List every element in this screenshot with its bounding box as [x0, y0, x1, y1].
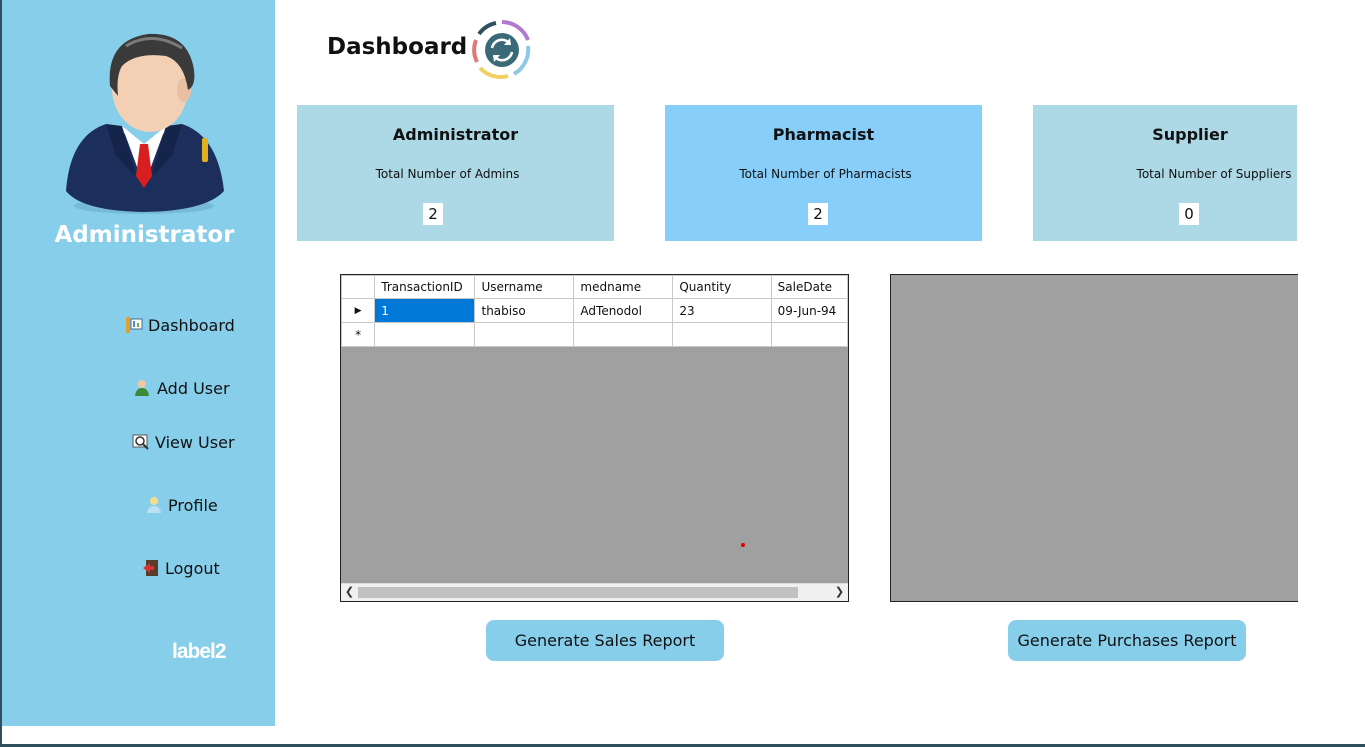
- view-user-icon: [132, 434, 149, 450]
- footer-label: label2: [172, 640, 227, 663]
- table-cell[interactable]: thabiso: [474, 298, 575, 323]
- sidebar: Administrator Dashboard Add User View Us…: [2, 0, 275, 726]
- sidebar-item-label: View User: [155, 432, 235, 452]
- row-header-corner: [341, 275, 376, 299]
- sidebar-item-label: Profile: [168, 495, 218, 515]
- page-title: Dashboard: [327, 34, 468, 60]
- supplier-stat-card: Supplier Total Number of Suppliers 0: [1033, 105, 1297, 241]
- column-header[interactable]: TransactionID: [374, 275, 476, 299]
- red-dot-marker: [741, 543, 745, 547]
- dashboard-icon: [126, 317, 143, 333]
- profile-icon: [147, 497, 161, 513]
- column-header[interactable]: SaleDate: [770, 275, 848, 299]
- sales-table: TransactionID Username medname Quantity …: [341, 275, 848, 347]
- card-subtitle: Total Number of Pharmacists: [739, 167, 912, 181]
- purchases-data-grid[interactable]: [890, 274, 1298, 602]
- administrator-avatar-icon: [66, 33, 224, 214]
- scroll-left-arrow-icon[interactable]: ❮: [341, 584, 358, 601]
- table-cell[interactable]: 09-Jun-94: [770, 298, 848, 323]
- card-title: Administrator: [392, 125, 519, 144]
- horizontal-scrollbar[interactable]: ❮ ❯: [341, 583, 848, 601]
- add-user-icon: [135, 380, 149, 396]
- card-value: 0: [1179, 203, 1199, 225]
- card-subtitle: Total Number of Admins: [375, 167, 520, 181]
- scroll-right-arrow-icon[interactable]: ❯: [831, 584, 848, 601]
- admin-stat-card: Administrator Total Number of Admins 2: [297, 105, 614, 241]
- table-cell[interactable]: [672, 322, 772, 347]
- new-table-row[interactable]: *: [341, 322, 848, 347]
- column-header[interactable]: medname: [573, 275, 674, 299]
- column-header[interactable]: Username: [474, 275, 575, 299]
- table-cell[interactable]: [573, 322, 674, 347]
- sidebar-item-add-user[interactable]: Add User: [133, 378, 230, 398]
- card-title: Pharmacist: [772, 125, 875, 144]
- current-row-indicator: ▶: [341, 298, 376, 323]
- table-cell[interactable]: [770, 322, 848, 347]
- card-title: Supplier: [1152, 125, 1228, 144]
- table-cell[interactable]: [474, 322, 575, 347]
- pharmacist-stat-card: Pharmacist Total Number of Pharmacists 2: [665, 105, 982, 241]
- card-value: 2: [808, 203, 828, 225]
- sales-data-grid[interactable]: TransactionID Username medname Quantity …: [340, 274, 849, 602]
- column-header[interactable]: Quantity: [672, 275, 772, 299]
- table-cell[interactable]: 1: [374, 298, 476, 323]
- logout-icon: [143, 560, 158, 576]
- scrollbar-thumb[interactable]: [358, 587, 798, 598]
- sync-icon: [472, 20, 531, 79]
- sidebar-item-label: Add User: [157, 378, 230, 398]
- sidebar-item-label: Dashboard: [148, 315, 235, 335]
- sidebar-item-profile[interactable]: Profile: [144, 495, 218, 515]
- sidebar-item-dashboard[interactable]: Dashboard: [124, 315, 235, 335]
- new-row-indicator: *: [341, 322, 376, 347]
- generate-sales-report-button[interactable]: Generate Sales Report: [486, 620, 724, 661]
- sidebar-item-label: Logout: [165, 558, 220, 578]
- table-row[interactable]: ▶ 1 thabiso AdTenodol 23 09-Jun-94: [341, 298, 848, 323]
- card-value: 2: [423, 203, 443, 225]
- sidebar-role-title: Administrator: [54, 222, 235, 248]
- table-cell[interactable]: AdTenodol: [573, 298, 674, 323]
- sidebar-item-view-user[interactable]: View User: [131, 432, 235, 452]
- generate-purchases-report-button[interactable]: Generate Purchases Report: [1008, 620, 1246, 661]
- card-subtitle: Total Number of Suppliers: [1136, 167, 1292, 181]
- table-cell[interactable]: 23: [672, 298, 772, 323]
- table-header-row: TransactionID Username medname Quantity …: [341, 275, 848, 299]
- sidebar-item-logout[interactable]: Logout: [141, 558, 220, 578]
- table-cell[interactable]: [374, 322, 476, 347]
